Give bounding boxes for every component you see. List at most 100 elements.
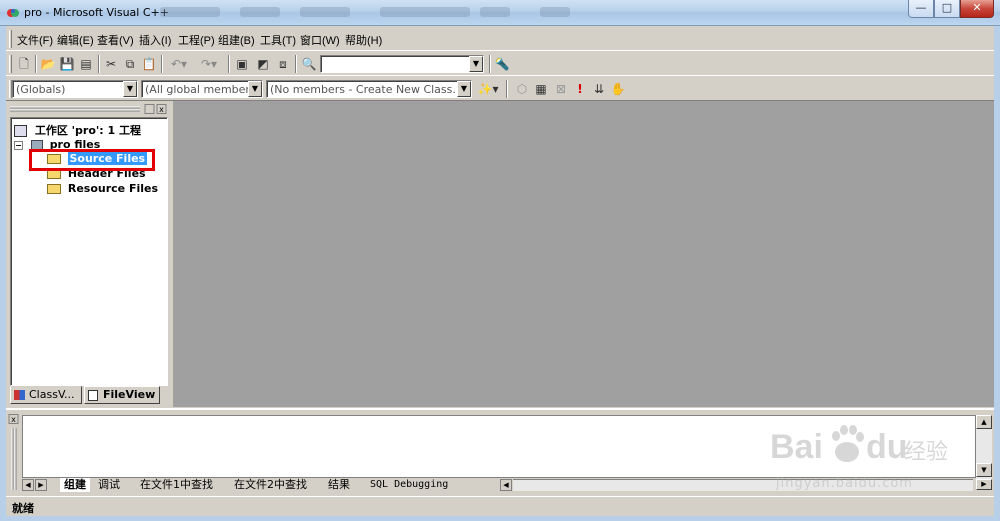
tab-build[interactable]: 组建 [60, 478, 90, 492]
menu-view[interactable]: 查看(V) [97, 32, 134, 48]
tree-root[interactable]: 工作区 'pro': 1 工程 [14, 122, 141, 138]
stop-build-icon[interactable]: ⊠ [553, 81, 569, 97]
status-bar: 就绪 [6, 496, 994, 516]
tree-folder-label: Resource Files [67, 182, 159, 195]
chevron-down-icon[interactable]: ▼ [469, 56, 483, 72]
status-text: 就绪 [12, 502, 34, 515]
scroll-right-icon[interactable]: ▶ [976, 479, 992, 490]
menu-window[interactable]: 窗口(W) [300, 32, 340, 48]
blurred-title-region [480, 7, 510, 17]
breakpoint-hand-icon[interactable]: ✋ [610, 81, 626, 97]
copy-icon[interactable]: ⧉ [122, 56, 138, 72]
menu-insert[interactable]: 插入(I) [139, 32, 171, 48]
tree-folder-resource[interactable]: Resource Files [47, 182, 158, 195]
title-bar[interactable]: pro - Microsoft Visual C++ — □ ✕ [0, 0, 1000, 26]
workspace-panel-bar[interactable]: x [10, 104, 168, 114]
menu-edit[interactable]: 编辑(E) [57, 32, 94, 48]
toolbar-separator [35, 55, 37, 73]
toolbar-grip[interactable] [9, 55, 12, 73]
scroll-down-icon[interactable]: ▼ [976, 463, 992, 477]
menu-build[interactable]: 组建(B) [218, 32, 255, 48]
open-folder-icon[interactable]: 📂 [40, 56, 56, 72]
class-combobox[interactable]: (Globals) ▼ [12, 80, 138, 98]
window-frame-bottom [0, 516, 1000, 521]
minimize-button[interactable]: — [908, 0, 934, 18]
output-vertical-scrollbar[interactable]: ▲ ▼ ▶ [976, 415, 992, 490]
tab-classview[interactable]: ClassV... [10, 386, 82, 404]
tab-fileview-label: FileView [103, 388, 156, 401]
classview-icon [14, 390, 25, 400]
annotation-red-box [29, 149, 155, 171]
workspace-panel: x 工作区 'pro': 1 工程 − pro files Source Fil… [6, 101, 172, 407]
class-combobox-value: (Globals) [16, 83, 66, 96]
cut-icon[interactable]: ✂ [103, 56, 119, 72]
toolbar-separator [506, 80, 508, 98]
tab-fileview[interactable]: FileView [84, 386, 160, 404]
chevron-down-icon[interactable]: ▼ [123, 81, 137, 97]
chevron-down-icon[interactable]: ▼ [457, 81, 471, 97]
filter-combobox[interactable]: (All global members ▼ [141, 80, 263, 98]
menu-file[interactable]: 文件(F) [17, 32, 53, 48]
menu-tools[interactable]: 工具(T) [260, 32, 296, 48]
workspace-icon [14, 125, 27, 137]
find-combobox[interactable]: ▼ [320, 55, 484, 73]
vc6-window: pro - Microsoft Visual C++ — □ ✕ 文件(F) 编… [0, 0, 1000, 521]
tab-debug[interactable]: 调试 [98, 478, 120, 492]
menu-help[interactable]: 帮助(H) [345, 32, 382, 48]
chevron-down-icon[interactable]: ▼ [248, 81, 262, 97]
collapse-icon[interactable]: − [14, 140, 23, 150]
close-button[interactable]: ✕ [960, 0, 994, 18]
fileview-icon [88, 390, 98, 401]
vc-app-icon [7, 9, 19, 17]
output-horizontal-scrollbar[interactable] [513, 479, 973, 491]
undo-icon[interactable]: ↶▾ [166, 56, 192, 72]
toolbar-separator [295, 55, 297, 73]
scroll-up-icon[interactable]: ▲ [976, 415, 992, 429]
workspace-tabs: ClassV... FileView [10, 386, 168, 406]
editor-area[interactable] [173, 101, 994, 407]
tab-nav-right-icon[interactable]: ▶ [35, 479, 47, 491]
output-window-icon[interactable]: ◩ [255, 56, 271, 72]
menu-bar: 文件(F) 编辑(E) 查看(V) 插入(I) 工程(P) 组建(B) 工具(T… [6, 27, 994, 51]
window-frame-right [994, 26, 1000, 521]
members-combobox[interactable]: (No members - Create New Class... ▼ [266, 80, 472, 98]
save-all-icon[interactable]: ▤ [78, 56, 94, 72]
find-in-files-icon[interactable]: 🔍 [301, 56, 317, 72]
tab-results[interactable]: 结果 [328, 478, 350, 492]
execute-icon[interactable]: ! [572, 81, 588, 97]
save-icon[interactable]: 💾 [59, 56, 75, 72]
workspace-icon[interactable]: ▣ [234, 56, 250, 72]
maximize-button[interactable]: □ [934, 0, 960, 18]
redo-icon[interactable]: ↷▾ [196, 56, 222, 72]
members-combobox-value: (No members - Create New Class... [270, 83, 458, 96]
svg-text:x: x [159, 105, 164, 114]
paste-icon[interactable]: 📋 [141, 56, 157, 72]
output-panel: x ▲ ▼ ▶ ◀ ▶ 组建 调试 在文件1中查找 在文件2中查找 结果 SQL… [6, 408, 994, 494]
new-file-icon[interactable]: 🗋 [16, 56, 32, 72]
tab-find-in-files-1[interactable]: 在文件1中查找 [140, 478, 213, 492]
output-text-area[interactable] [22, 415, 976, 478]
blurred-title-region [240, 7, 280, 17]
menu-project[interactable]: 工程(P) [178, 32, 215, 48]
menubar-grip[interactable] [9, 30, 12, 48]
output-hscroll-left-icon[interactable]: ◀ [500, 479, 512, 491]
window-list-icon[interactable]: ⧈ [275, 56, 291, 72]
go-icon[interactable]: ⇊ [591, 81, 607, 97]
tab-find-in-files-2[interactable]: 在文件2中查找 [234, 478, 307, 492]
blurred-title-region [160, 7, 220, 17]
compile-icon[interactable]: ⬡ [514, 81, 530, 97]
wizard-action-icon[interactable]: ✨▾ [475, 81, 501, 97]
blurred-title-region [380, 7, 470, 17]
tab-nav-left-icon[interactable]: ◀ [22, 479, 34, 491]
toolbar-separator [98, 55, 100, 73]
output-panel-bar[interactable]: x [8, 414, 20, 490]
search-icon[interactable]: 🔦 [494, 56, 510, 72]
window-title: pro - Microsoft Visual C++ [24, 6, 169, 19]
wizard-toolbar: (Globals) ▼ (All global members ▼ (No me… [6, 77, 994, 101]
standard-toolbar: 🗋 📂 💾 ▤ ✂ ⧉ 📋 ↶▾ ↷▾ ▣ ◩ ⧈ 🔍 ▼ 🔦 [6, 52, 994, 76]
tab-sql-debugging[interactable]: SQL Debugging [370, 478, 448, 492]
build-icon[interactable]: ▦ [533, 81, 549, 97]
fileview-tree[interactable]: 工作区 'pro': 1 工程 − pro files Source Files… [10, 117, 168, 386]
tree-root-label: 工作区 'pro': 1 工程 [34, 124, 141, 137]
filter-combobox-value: (All global members [145, 83, 249, 96]
